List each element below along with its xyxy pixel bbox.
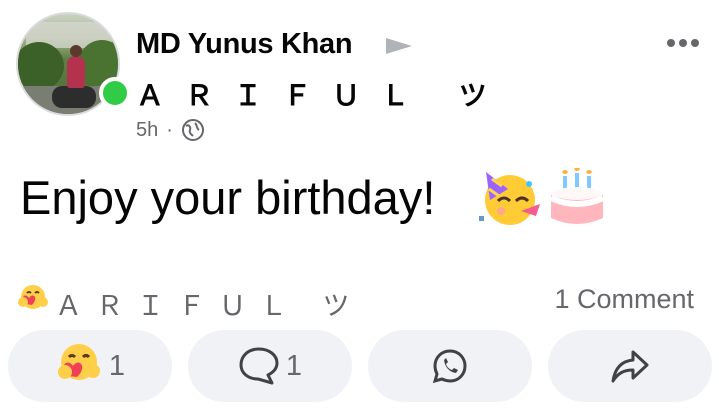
share-arrow-icon [611, 350, 649, 383]
comment-count: 1 [285, 349, 303, 382]
reaction-button[interactable]: 1 [8, 330, 172, 402]
post-message: Enjoy your birthday! [20, 171, 436, 224]
avatar-motorbike [52, 86, 96, 108]
avatar-head [70, 45, 82, 57]
comment-button[interactable]: 1 [188, 330, 352, 402]
whatsapp-share-button[interactable] [368, 330, 532, 402]
more-options-button[interactable] [667, 39, 699, 47]
partying-face-icon [479, 172, 540, 225]
reactor-name[interactable]: ＡＲＩＦＵＬ ツ [55, 284, 364, 323]
care-heart-face-icon [57, 344, 100, 380]
reaction-count: 1 [108, 349, 126, 382]
more-dot [679, 39, 687, 47]
share-button[interactable] [548, 330, 712, 402]
avatar-person [67, 56, 85, 88]
post-action-bar: 1 1 [8, 330, 712, 402]
birthday-cake-icon [549, 168, 605, 224]
author-name[interactable]: MD Yunus Khan [136, 28, 353, 61]
more-dot [691, 39, 699, 47]
online-status-dot [99, 77, 131, 109]
more-dot [667, 39, 675, 47]
globe-icon[interactable] [181, 118, 205, 142]
post-to-arrow-icon [386, 38, 412, 54]
reaction-summary[interactable]: ＡＲＩＦＵＬ ツ 1 Comment [16, 282, 702, 321]
comment-count-link[interactable]: 1 Comment [554, 284, 694, 315]
meta-separator: · [166, 118, 173, 141]
target-profile-name[interactable]: ＡＲＩＦＵＬ ツ [136, 74, 508, 114]
post-meta: 5h · [136, 118, 205, 142]
care-heart-face-icon [18, 285, 48, 309]
comment-bubble-icon [239, 347, 279, 385]
post-time[interactable]: 5h [136, 119, 158, 142]
whatsapp-icon [432, 349, 467, 384]
avatar-tree-left [18, 42, 64, 90]
